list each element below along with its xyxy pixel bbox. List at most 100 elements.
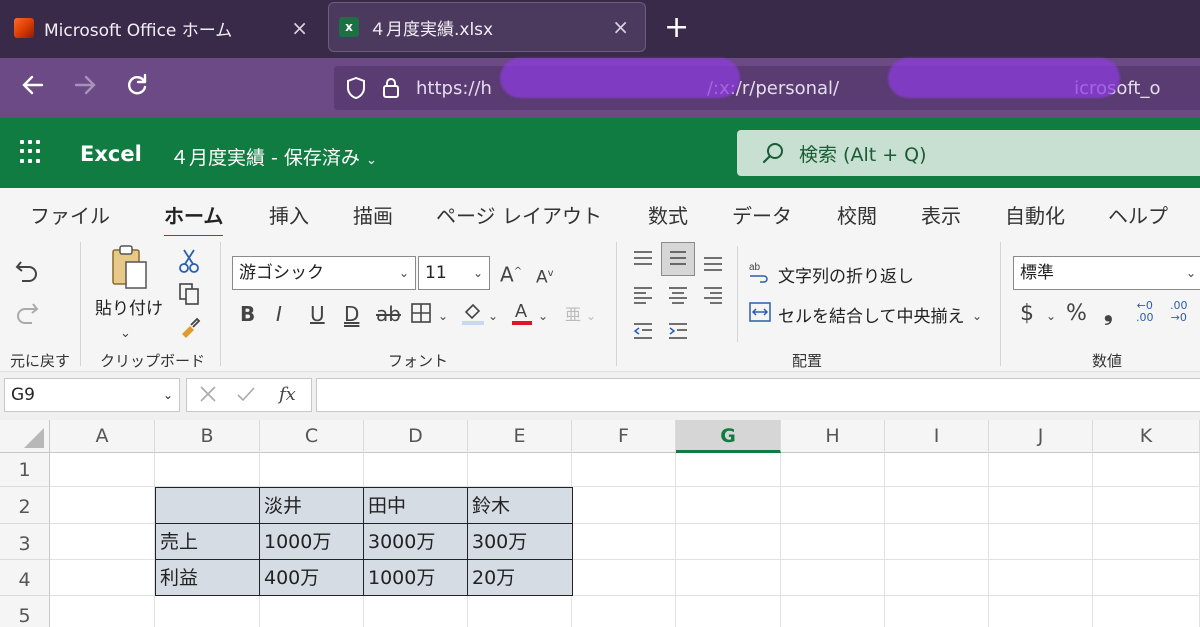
cell-e2[interactable]: 鈴木 <box>467 487 573 524</box>
row-header-4[interactable]: 4 <box>0 560 50 596</box>
row-header-5[interactable]: 5 <box>0 596 50 627</box>
cell-d4[interactable]: 1000万 <box>363 559 468 596</box>
currency-button[interactable]: $ <box>1020 302 1034 326</box>
grid-cell[interactable] <box>989 524 1093 560</box>
column-header-b[interactable]: B <box>155 420 260 453</box>
lock-icon[interactable] <box>382 77 400 99</box>
grid-cell[interactable] <box>781 524 885 560</box>
cell-c3[interactable]: 1000万 <box>259 523 364 560</box>
grid-cell[interactable] <box>676 524 781 560</box>
grid-cell[interactable] <box>989 560 1093 596</box>
font-size-dropdown[interactable]: 11 ⌄ <box>418 256 490 290</box>
row-header-3[interactable]: 3 <box>0 524 50 560</box>
name-box[interactable]: G9 ⌄ <box>4 378 180 412</box>
grid-cell[interactable] <box>572 596 676 627</box>
grid-cell[interactable] <box>572 487 676 524</box>
format-painter-icon[interactable] <box>178 314 202 343</box>
tab-home[interactable]: ホーム <box>164 200 224 238</box>
grid-cell[interactable] <box>1093 596 1200 627</box>
increase-indent-icon[interactable] <box>667 320 689 347</box>
chevron-down-icon[interactable]: ⌄ <box>120 322 131 346</box>
back-arrow-icon[interactable] <box>20 72 46 105</box>
column-header-e[interactable]: E <box>468 420 572 453</box>
forward-arrow-icon[interactable] <box>72 72 98 105</box>
select-all-corner[interactable] <box>0 420 50 453</box>
comma-style-button[interactable]: ❟ <box>1104 302 1113 326</box>
grid-cell[interactable] <box>676 560 781 596</box>
browser-tab-excel-file[interactable]: x ４月度実績.xlsx × <box>328 2 646 52</box>
font-name-dropdown[interactable]: 游ゴシック ⌄ <box>232 256 416 290</box>
grid-cell[interactable] <box>468 453 572 487</box>
grid-cell[interactable] <box>781 487 885 524</box>
phonetic-guide-icon[interactable]: 亜 <box>562 300 582 331</box>
redo-icon[interactable] <box>14 300 40 331</box>
grid-cell[interactable] <box>260 453 364 487</box>
formula-input[interactable] <box>316 378 1200 412</box>
cell-e3[interactable]: 300万 <box>467 523 573 560</box>
align-top-icon[interactable] <box>632 248 654 275</box>
font-color-icon[interactable]: A <box>510 300 534 331</box>
italic-button[interactable]: I <box>276 302 282 326</box>
column-header-h[interactable]: H <box>781 420 885 453</box>
borders-icon[interactable] <box>410 302 432 329</box>
grid-cell[interactable] <box>260 596 364 627</box>
tab-help[interactable]: ヘルプ <box>1108 200 1168 229</box>
decrease-font-size-icon[interactable]: Av <box>536 262 554 290</box>
bold-button[interactable]: B <box>240 302 255 326</box>
column-header-a[interactable]: A <box>50 420 155 453</box>
grid-cell[interactable] <box>676 453 781 487</box>
grid-cell[interactable] <box>885 487 989 524</box>
grid-cell[interactable] <box>885 560 989 596</box>
grid-cell[interactable] <box>676 596 781 627</box>
grid-cell[interactable] <box>885 453 989 487</box>
double-underline-button[interactable]: D <box>344 302 359 326</box>
grid-cell[interactable] <box>468 596 572 627</box>
cancel-icon[interactable] <box>197 383 219 410</box>
grid-cell[interactable] <box>50 453 155 487</box>
number-format-dropdown[interactable]: 標準 ⌄ <box>1013 256 1200 290</box>
grid-cell[interactable] <box>1093 487 1200 524</box>
align-left-icon[interactable] <box>632 284 654 311</box>
tab-view[interactable]: 表示 <box>921 200 961 229</box>
cell-b4[interactable]: 利益 <box>155 559 260 596</box>
grid-cell[interactable] <box>50 560 155 596</box>
merge-center-icon[interactable] <box>748 300 772 329</box>
chevron-down-icon[interactable]: ⌄ <box>488 304 498 328</box>
tab-draw[interactable]: 描画 <box>353 200 393 229</box>
chevron-down-icon[interactable]: ⌄ <box>538 304 548 328</box>
app-launcher-icon[interactable] <box>20 140 44 164</box>
grid-cell[interactable] <box>676 487 781 524</box>
grid-cell[interactable] <box>885 524 989 560</box>
copy-icon[interactable] <box>178 282 200 311</box>
tab-file[interactable]: ファイル <box>30 200 110 229</box>
column-header-d[interactable]: D <box>364 420 468 453</box>
align-right-icon[interactable] <box>702 284 724 311</box>
grid-cell[interactable] <box>781 560 885 596</box>
grid-cell[interactable] <box>50 487 155 524</box>
grid-cell[interactable] <box>989 487 1093 524</box>
grid-cell[interactable] <box>1093 453 1200 487</box>
percent-button[interactable]: % <box>1066 302 1087 326</box>
grid-cell[interactable] <box>781 453 885 487</box>
align-center-icon[interactable] <box>667 284 689 311</box>
increase-decimal-icon[interactable]: ←0.00 <box>1136 300 1154 324</box>
app-name[interactable]: Excel <box>80 142 142 166</box>
cell-b2[interactable] <box>155 487 260 524</box>
column-header-j[interactable]: J <box>989 420 1093 453</box>
tab-review[interactable]: 校閲 <box>837 200 877 229</box>
grid-cell[interactable] <box>50 524 155 560</box>
grid-cell[interactable] <box>364 596 468 627</box>
browser-tab-office-home[interactable]: Microsoft Office ホーム × <box>0 0 324 56</box>
grid-cell[interactable] <box>989 596 1093 627</box>
grid-cell[interactable] <box>50 596 155 627</box>
cell-d3[interactable]: 3000万 <box>363 523 468 560</box>
tab-data[interactable]: データ <box>732 200 792 229</box>
chevron-down-icon[interactable]: ⌄ <box>1046 304 1056 328</box>
cell-c4[interactable]: 400万 <box>259 559 364 596</box>
fill-color-icon[interactable] <box>460 300 486 331</box>
tab-automate[interactable]: 自動化 <box>1005 200 1065 229</box>
column-header-k[interactable]: K <box>1093 420 1200 453</box>
reload-icon[interactable] <box>124 72 150 105</box>
decrease-indent-icon[interactable] <box>632 320 654 347</box>
grid-cell[interactable] <box>781 596 885 627</box>
